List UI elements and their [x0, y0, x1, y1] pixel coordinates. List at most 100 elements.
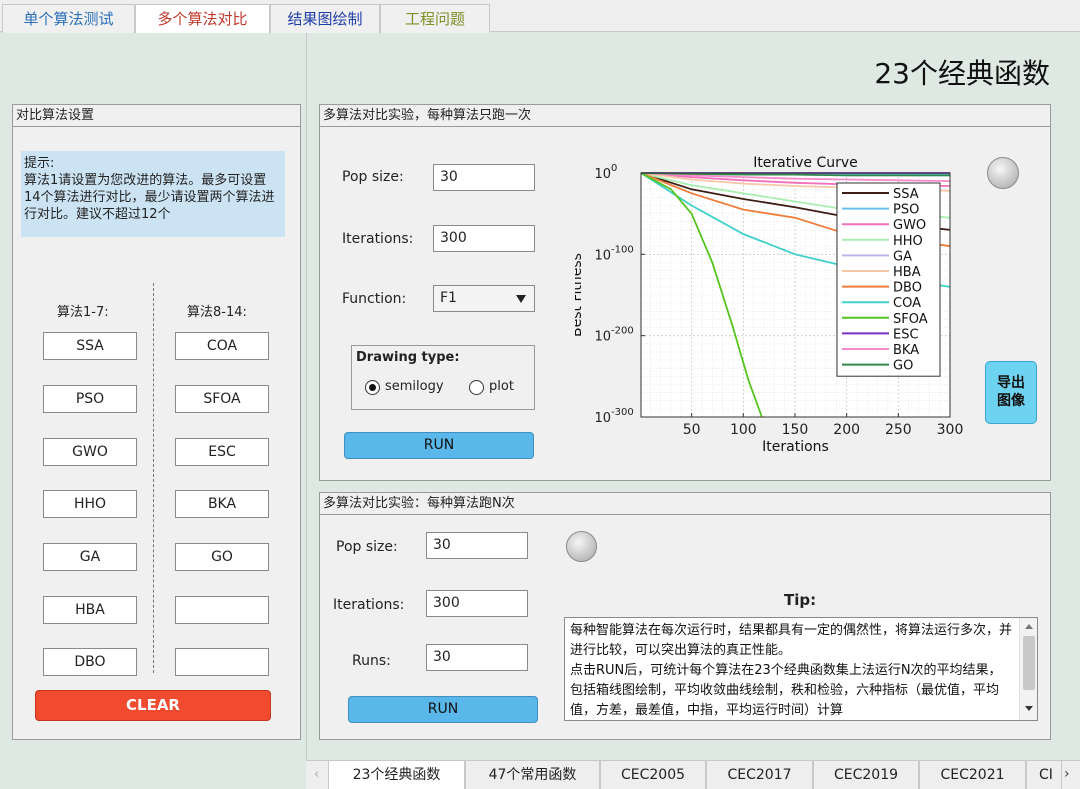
drawing-type-title: Drawing type: [356, 350, 460, 365]
radio-semilogy-label: semilogy [385, 379, 444, 394]
legend-label-sfoa: SFOA [893, 312, 928, 327]
top-tab-bar: 单个算法测试 多个算法对比 结果图绘制 工程问题 [0, 0, 1080, 33]
run-n-times-button[interactable]: RUN [348, 696, 538, 723]
panel-title: 对比算法设置 [13, 105, 300, 127]
legend-label-hho: HHO [893, 234, 923, 249]
algorithm-input-10[interactable]: ESC [175, 438, 269, 466]
scroll-down-icon[interactable] [1025, 706, 1033, 711]
tab-cec2017[interactable]: CEC2017 [706, 761, 813, 789]
algorithm-input-11[interactable]: BKA [175, 490, 269, 518]
algorithm-input-4[interactable]: HHO [43, 490, 137, 518]
radio-plot[interactable] [469, 380, 484, 395]
legend-label-hba: HBA [893, 265, 921, 280]
iterations-input[interactable]: 300 [426, 590, 528, 617]
function-set-tab-bar: ‹ 23个经典函数 47个常用函数 CEC2005 CEC2017 CEC201… [306, 760, 1080, 789]
y-tick-label: 10 [594, 248, 611, 263]
tab-cec2005[interactable]: CEC2005 [600, 761, 706, 789]
legend-label-ga: GA [893, 249, 912, 264]
radio-selected-dot [369, 384, 376, 391]
chart-title: Iterative Curve [753, 155, 858, 171]
y-tick-exponent: -100 [611, 244, 634, 255]
algorithm-input-9[interactable]: SFOA [175, 385, 269, 413]
legend-label-dbo: DBO [893, 281, 922, 296]
runs-label: Runs: [352, 653, 391, 669]
tab-multi-algorithm[interactable]: 多个算法对比 [135, 4, 270, 33]
tab-23-classic[interactable]: 23个经典函数 [328, 761, 465, 789]
x-tick-label: 150 [782, 422, 809, 438]
iterations-label: Iterations: [342, 231, 414, 247]
legend-label-coa: COA [893, 296, 921, 311]
column-divider [153, 283, 154, 673]
algorithm-input-14[interactable] [175, 648, 269, 676]
tab-label: 多个算法对比 [157, 10, 248, 28]
y-tick-label: 10 [594, 330, 611, 345]
tab-47-common[interactable]: 47个常用函数 [465, 761, 600, 789]
algorithm-input-1[interactable]: SSA [43, 332, 137, 360]
algorithm-input-5[interactable]: GA [43, 543, 137, 571]
drawing-type-group: Drawing type: semilogy plot [351, 345, 535, 410]
y-tick-exponent: 0 [611, 163, 617, 174]
algorithm-input-13[interactable] [175, 596, 269, 624]
y-tick-label: 10 [594, 411, 611, 426]
legend-box [836, 182, 941, 377]
algorithm-input-2[interactable]: PSO [43, 385, 137, 413]
legend-label-esc: ESC [893, 327, 919, 342]
tab-single-algorithm[interactable]: 单个算法测试 [2, 4, 135, 33]
status-lamp [987, 157, 1019, 189]
column-header-8-14: 算法8-14: [187, 305, 247, 320]
chevron-right-icon[interactable]: › [1064, 766, 1070, 782]
tip-textarea[interactable]: 每种智能算法在每次运行时，结果都具有一定的偶然性，将算法运行多次，并进行比较，可… [564, 617, 1038, 721]
clear-button[interactable]: CLEAR [35, 690, 271, 721]
status-lamp [566, 531, 597, 562]
x-axis-label: Iterations [762, 439, 829, 455]
hint-text: 提示: 算法1请设置为您改进的算法。最多可设置14个算法进行对比，最少请设置两个… [21, 151, 285, 237]
tab-label: 单个算法测试 [23, 10, 114, 28]
x-tick-label: 250 [885, 422, 912, 438]
algorithm-input-6[interactable]: HBA [43, 596, 137, 624]
single-run-panel: 多算法对比实验，每种算法只跑一次 Pop size: 30 Iterations… [319, 104, 1051, 481]
pop-size-label: Pop size: [336, 539, 398, 555]
iterations-label: Iterations: [333, 597, 405, 613]
tab-result-plotting[interactable]: 结果图绘制 [270, 4, 380, 33]
x-tick-label: 100 [730, 422, 757, 438]
tip-scrollbar[interactable] [1019, 618, 1037, 720]
scroll-thumb[interactable] [1023, 636, 1035, 690]
algorithm-input-3[interactable]: GWO [43, 438, 137, 466]
tip-text: 每种智能算法在每次运行时，结果都具有一定的偶然性，将算法运行多次，并进行比较，可… [570, 623, 1013, 718]
runs-input[interactable]: 30 [426, 644, 528, 671]
algorithm-input-12[interactable]: GO [175, 543, 269, 571]
export-image-button[interactable]: 导出 图像 [985, 361, 1037, 424]
pop-size-input[interactable]: 30 [433, 164, 535, 191]
algorithm-input-8[interactable]: COA [175, 332, 269, 360]
tab-label: 结果图绘制 [287, 10, 363, 28]
legend-label-ssa: SSA [893, 187, 919, 202]
tip-title: Tip: [784, 591, 817, 609]
tab-ci[interactable]: CI [1026, 761, 1062, 789]
legend-label-pso: PSO [893, 203, 919, 218]
y-axis-label: Best Fitness [575, 253, 585, 337]
algorithm-settings-panel: 对比算法设置 提示: 算法1请设置为您改进的算法。最多可设置14个算法进行对比，… [12, 104, 301, 740]
tab-cec2019[interactable]: CEC2019 [813, 761, 919, 789]
legend-label-go: GO [893, 359, 913, 374]
tab-cec2021[interactable]: CEC2021 [919, 761, 1026, 789]
function-select-value: F1 [440, 290, 457, 306]
pop-size-label: Pop size: [342, 169, 404, 185]
x-tick-label: 300 [937, 422, 964, 438]
algorithm-input-7[interactable]: DBO [43, 648, 137, 676]
x-tick-label: 50 [683, 422, 701, 438]
pop-size-input[interactable]: 30 [426, 532, 528, 559]
column-header-1-7: 算法1-7: [57, 305, 109, 320]
function-select[interactable]: F1 [433, 285, 535, 312]
tab-engineering[interactable]: 工程问题 [380, 4, 490, 33]
radio-plot-label: plot [489, 379, 514, 394]
iterative-curve-chart: 50 100 150 200 250 30010 010 -10010 -20010 -300It… [575, 155, 964, 455]
run-button[interactable]: RUN [344, 432, 534, 459]
tab-label: 工程问题 [404, 10, 465, 28]
multi-run-panel: 多算法对比实验：每种算法跑N次 Pop size: 30 Iterations:… [319, 492, 1051, 740]
radio-semilogy[interactable] [365, 380, 380, 395]
iterations-input[interactable]: 300 [433, 225, 535, 252]
y-tick-exponent: -300 [611, 407, 634, 418]
panel-title: 多算法对比实验，每种算法只跑一次 [320, 105, 1050, 127]
scroll-up-icon[interactable] [1025, 624, 1033, 629]
chevron-left-icon[interactable]: ‹ [314, 767, 319, 782]
